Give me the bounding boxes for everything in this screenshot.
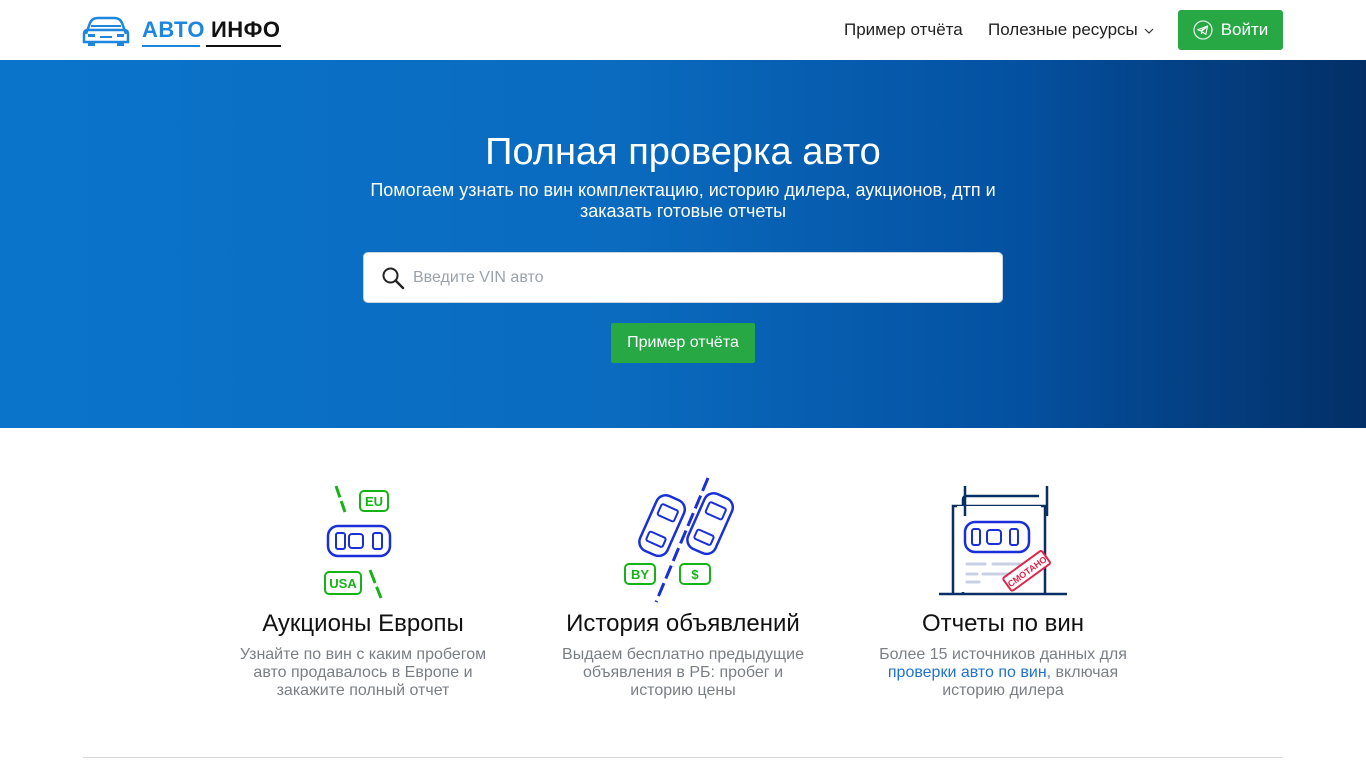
login-button[interactable]: Войти [1178,10,1283,50]
telegram-icon [1193,20,1213,40]
vin-search-box[interactable] [363,252,1003,303]
feature-desc-part-1: Более 15 источников данных для [879,646,1127,663]
header: АВТО ИНФО Пример отчёта Полезные ресурсы … [0,0,1366,60]
logo[interactable]: АВТО ИНФО [82,10,281,50]
logo-word-1: АВТО [142,17,205,42]
nav-useful-resources-label: Полезные ресурсы [988,20,1138,39]
hero-title: Полная проверка авто [485,131,881,173]
hero-subtitle: Помогаем узнать по вин комплектацию, ист… [370,180,996,221]
hero-section: Полная проверка авто Помогаем узнать по … [0,60,1366,428]
feature-european-auctions: EU USA Аукционы Европы Узнайте по вин с … [213,476,513,700]
vin-search-input[interactable] [413,268,973,287]
section-divider [83,757,1283,758]
feature-description: Выдаем бесплатно предыдущие объявления в… [562,646,804,699]
login-button-label: Войти [1220,20,1269,39]
sample-report-button[interactable]: Пример отчёта [611,323,755,363]
logo-word-2: ИНФО [210,17,281,42]
vin-check-link[interactable]: проверки авто по вин [888,664,1047,681]
badge-usa: USA [329,576,357,591]
feature-title: История объявлений [566,610,800,637]
badge-eu: EU [365,494,383,509]
feature-description: Более 15 источников данных для проверки … [878,646,1128,700]
feature-title: Аукционы Европы [262,610,464,637]
feature-title: Отчеты по вин [921,610,1085,637]
vin-report-icon: СМОТАНО [939,486,1067,596]
feature-listing-history: BY $ История объявлений Выдаем бесплатно… [533,476,833,700]
car-logo-icon [82,16,130,46]
nav-useful-resources[interactable]: Полезные ресурсы [988,20,1154,40]
listings-icon: BY $ [624,477,735,603]
feature-vin-reports: СМОТАНО Отчеты по вин Более 15 источнико… [853,476,1153,700]
chevron-down-icon [1144,28,1154,34]
badge-by: BY [631,567,649,582]
feature-description: Узнайте по вин с каким пробегом авто про… [239,646,487,699]
logo-text: АВТО ИНФО [142,17,281,47]
nav-sample-report[interactable]: Пример отчёта [844,20,963,40]
logo-underline [142,45,281,47]
auctions-icon: EU USA [324,485,392,599]
badge-dollar: $ [691,567,699,582]
search-icon [382,267,405,289]
